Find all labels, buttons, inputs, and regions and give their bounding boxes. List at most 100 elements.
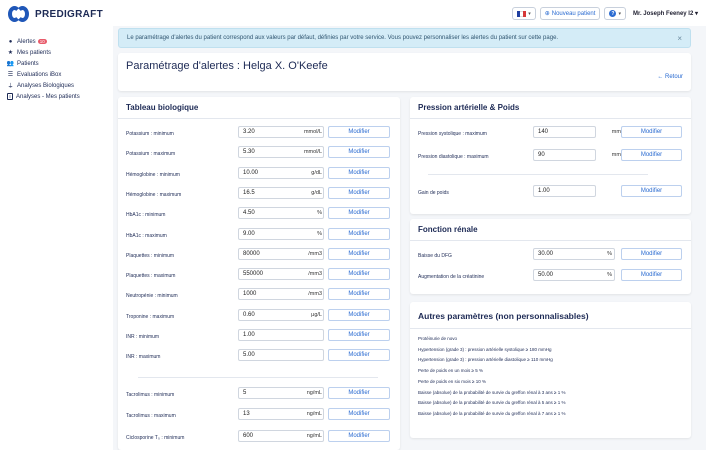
- modify-button[interactable]: Modifier: [328, 329, 390, 341]
- modify-button[interactable]: Modifier: [328, 186, 390, 199]
- sidebar-item-label: Patients: [17, 60, 39, 67]
- top-bar: PREDIGRAFT ▾ ⊕ Nouveau patient ? ▾ Mr. J…: [0, 0, 706, 26]
- logo[interactable]: PREDIGRAFT: [8, 6, 103, 22]
- parameter-item: Baisse (absolue) de la probabilité de su…: [418, 389, 566, 395]
- star-icon: ★: [7, 50, 14, 56]
- sidebar-item-analyses[interactable]: ⏚ Analyses Biologiques: [0, 80, 113, 91]
- threshold-input[interactable]: 140: [533, 126, 596, 138]
- parameter-item: Perte de poids en six mois ≥ 10 %: [418, 378, 487, 384]
- field-label: Tacrolimus : maximum: [126, 413, 176, 419]
- modify-button[interactable]: Modifier: [621, 269, 682, 281]
- modify-button[interactable]: Modifier: [328, 308, 390, 321]
- modify-button[interactable]: Modifier: [328, 207, 390, 220]
- field-label: Hémoglobine : minimum: [126, 171, 180, 178]
- modify-button[interactable]: Modifier: [328, 430, 390, 442]
- close-icon[interactable]: ×: [677, 34, 682, 43]
- modify-button[interactable]: Modifier: [621, 248, 682, 260]
- modify-button[interactable]: Modifier: [621, 185, 682, 197]
- info-alert: Le paramétrage d'alertes du patient corr…: [118, 28, 691, 48]
- sidebar-item-label: Evaluations iBox: [17, 71, 62, 78]
- test-tube-icon: ⏚: [7, 84, 14, 90]
- modify-button[interactable]: Modifier: [328, 146, 390, 159]
- language-selector[interactable]: ▾: [512, 7, 536, 20]
- chevron-down-icon: ▾: [694, 11, 698, 17]
- unit-label: %: [607, 251, 612, 257]
- modify-button[interactable]: Modifier: [328, 227, 390, 240]
- modify-button[interactable]: Modifier: [621, 149, 682, 161]
- field-label: Gain de poids: [418, 190, 449, 196]
- plus-circle-icon: ⊕: [544, 11, 550, 17]
- modify-button[interactable]: Modifier: [328, 349, 390, 362]
- unit-label: mmol/L: [303, 149, 322, 156]
- help-menu-button[interactable]: ? ▾: [604, 7, 626, 20]
- page-header: Paramétrage d'alertes : Helga X. O'Keefe…: [118, 53, 691, 91]
- unit-label: %: [317, 210, 322, 217]
- field-label: Potassium : maximum: [126, 151, 176, 158]
- threshold-input[interactable]: 1.00: [533, 185, 596, 197]
- field-label: Pression systolique : maximum: [418, 131, 487, 137]
- flag-fr-icon: [517, 10, 527, 17]
- field-label: Pression diastolique : maximum: [418, 154, 489, 160]
- field-label: Tacrolimus : minimum: [126, 392, 175, 398]
- sidebar-item-mes-patients[interactable]: ★ Mes patients: [0, 47, 113, 58]
- field-label: Troponine : maximum: [126, 313, 175, 320]
- logo-mark-icon: [8, 6, 30, 22]
- field-label: Augmentation de la créatinine: [418, 274, 485, 280]
- sidebar-item-analyses-mes-patients[interactable]: ≡ Analyses - Mes patients: [0, 91, 113, 102]
- user-name: Mr. Joseph Feeney I2: [632, 11, 694, 17]
- sidebar-item-alertes[interactable]: ● Alertes 10: [0, 36, 113, 47]
- unit-label: %: [317, 230, 322, 237]
- brand-name: PREDIGRAFT: [35, 8, 103, 20]
- field-label: Neutropénie : minimum: [126, 293, 178, 300]
- unit-label: g/dL: [311, 189, 322, 196]
- modify-button[interactable]: Modifier: [328, 268, 390, 281]
- sidebar-item-label: Alertes: [17, 38, 36, 45]
- field-label: HbA1c : minimum: [126, 212, 166, 219]
- back-button[interactable]: ← Retour: [657, 74, 683, 80]
- field-label: Hémoglobine : maximum: [126, 191, 182, 198]
- help-icon: ?: [609, 10, 617, 17]
- new-patient-button[interactable]: ⊕ Nouveau patient: [539, 7, 601, 20]
- alert-circle-icon: ●: [8, 38, 13, 45]
- parameter-item: Perte de poids en un mois ≥ 5 %: [418, 368, 484, 374]
- list-icon: ☰: [7, 72, 14, 78]
- renal-card: Fonction rénale Baisse du DFG 30.00% Modif…: [410, 219, 691, 294]
- new-patient-label: Nouveau patient: [551, 10, 596, 17]
- field-label: HbA1c : maximum: [126, 232, 167, 239]
- parameter-item: Baisse (absolue) de la probabilité de su…: [418, 410, 566, 416]
- sidebar-item-evaluations[interactable]: ☰ Evaluations iBox: [0, 69, 113, 80]
- user-menu[interactable]: Mr. Joseph Feeney I2 ▾: [633, 10, 698, 17]
- modify-button[interactable]: Modifier: [328, 288, 390, 301]
- chevron-down-icon: ▾: [618, 10, 621, 17]
- modify-button[interactable]: Modifier: [328, 408, 390, 420]
- field-label: INR : maximum: [126, 354, 161, 361]
- modify-button[interactable]: Modifier: [328, 387, 390, 399]
- field-label: Baisse du DFG: [418, 253, 452, 259]
- chevron-down-icon: ▾: [528, 10, 531, 17]
- modify-button[interactable]: Modifier: [328, 126, 390, 138]
- other-card: Autres paramètres (non personnalisables)…: [410, 302, 691, 438]
- pa-card-title: Pression artérielle & Poids: [418, 103, 520, 112]
- renal-card-title: Fonction rénale: [418, 225, 478, 234]
- unit-label: ng/mL: [306, 433, 322, 439]
- threshold-input[interactable]: 1.00: [238, 329, 324, 341]
- field-label: Potassium : minimum: [126, 131, 174, 137]
- pa-card: Pression artérielle & Poids Pression sys…: [410, 97, 691, 214]
- sidebar-item-patients[interactable]: 👥 Patients: [0, 58, 113, 69]
- threshold-input[interactable]: 5.00: [238, 349, 324, 362]
- unit-label: /mm3: [308, 250, 322, 257]
- modify-button[interactable]: Modifier: [328, 166, 390, 179]
- parameter-item: Hypertension (grade 3) : pression artéri…: [418, 346, 552, 352]
- alert-count-badge: 10: [37, 39, 47, 44]
- threshold-input[interactable]: 90: [533, 149, 596, 161]
- unit-label: mmol/L: [303, 129, 322, 135]
- parameter-item: Hypertension (grade 3) : pression artéri…: [418, 357, 553, 363]
- other-card-title: Autres paramètres (non personnalisables): [418, 311, 589, 321]
- sidebar-item-label: Analyses Biologiques: [17, 82, 75, 89]
- unit-label: /mm3: [308, 271, 322, 278]
- modify-button[interactable]: Modifier: [621, 126, 682, 138]
- alert-text: Le paramétrage d'alertes du patient corr…: [127, 35, 559, 41]
- modify-button[interactable]: Modifier: [328, 247, 390, 260]
- field-label: Plaquettes : minimum: [126, 252, 175, 259]
- unit-label: µg/L: [311, 311, 322, 318]
